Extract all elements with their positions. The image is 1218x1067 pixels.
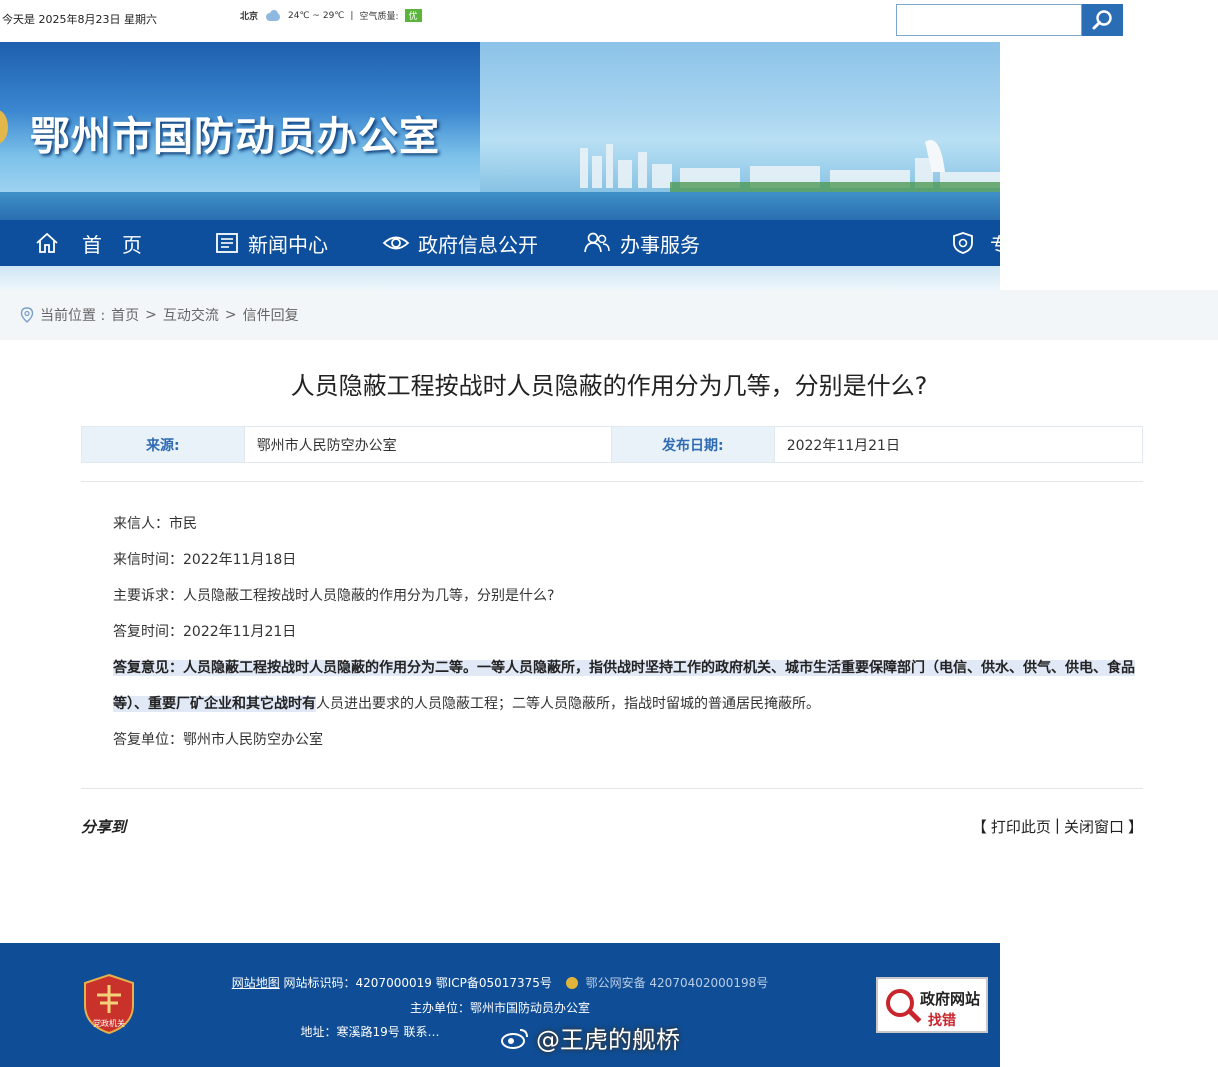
breadcrumb-home[interactable]: 首页 [111, 305, 139, 325]
bracket-open: 【 [971, 818, 987, 836]
air-quality-badge: 优 [404, 9, 422, 22]
footer-line-1: 网站地图 网站标识码：4207000019 鄂ICP备05017375号 鄂公网… [0, 974, 1000, 991]
sender-line: 来信人：市民 [113, 516, 197, 532]
action-divider: | [1054, 816, 1060, 834]
nav-label-services: 办事服务 [620, 232, 700, 257]
footer-host: 主办单位：鄂州市国防动员办公室 [409, 1001, 590, 1015]
question-line: 主要诉求：人员隐蔽工程按战时人员隐蔽的作用分为几等，分别是什么? [113, 588, 555, 604]
reply-unit-line: 答复单位：鄂州市人民防空办公室 [113, 732, 323, 748]
breadcrumb-prefix: 当前位置 : [40, 308, 106, 324]
eye-icon [382, 236, 410, 250]
error-report-title: 政府网站 [920, 990, 981, 1008]
breadcrumb-separator: > [145, 307, 157, 323]
city-skyline-image [580, 140, 1000, 192]
weibo-icon [501, 1028, 528, 1049]
news-icon [216, 233, 238, 253]
reply-time-line: 答复时间：2022年11月21日 [113, 624, 297, 640]
top-bar: 今天是 2025年8月23日 星期六 北京 24℃ ~ 29℃ | 空气质量: … [0, 0, 1218, 42]
sent-time-line: 来信时间：2022年11月18日 [113, 552, 297, 568]
publish-date-label: 发布日期: [612, 427, 774, 462]
close-window-link[interactable]: 关闭窗口 [1064, 816, 1124, 837]
weather-widget: 北京 24℃ ~ 29℃ | 空气质量: 优 [240, 9, 422, 22]
publish-date-value: 2022年11月21日 [773, 427, 1142, 462]
article-title: 人员隐蔽工程按战时人员隐蔽的作用分为几等，分别是什么? [290, 372, 928, 400]
nav-item-gov-info[interactable]: 政府信息公开 [382, 220, 538, 266]
site-code: 网站标识码：4207000019 鄂ICP备05017375号 [283, 976, 552, 990]
nav-label-home: 首 页 [82, 232, 142, 257]
home-icon [36, 232, 58, 253]
breadcrumb: 当前位置 : 首页 > 互动交流 > 信件回复 [0, 290, 1218, 340]
site-title: 鄂州市国防动员办公室 [30, 113, 440, 160]
nav-shadow [0, 266, 1000, 290]
gov-site-error-report-button[interactable]: 政府网站 找错 [876, 977, 988, 1033]
watermark-text: @王虎的舰桥 [536, 1026, 680, 1054]
search-button[interactable] [1082, 4, 1123, 36]
site-banner: 鄂州市国防动员办公室 [0, 42, 1000, 220]
error-report-action: 找错 [928, 1013, 956, 1029]
share-label[interactable]: 分享到 [81, 816, 126, 837]
nav-item-news[interactable]: 新闻中心 [214, 220, 328, 266]
nav-label-gov-info: 政府信息公开 [418, 232, 538, 257]
print-page-link[interactable]: 打印此页 [991, 816, 1051, 837]
nav-item-services[interactable]: 办事服务 [582, 220, 700, 266]
banner-water [0, 192, 1000, 220]
air-quality-label: 空气质量: [359, 12, 399, 22]
search-icon [1092, 10, 1112, 30]
shield-icon [953, 232, 973, 254]
emblem-icon [0, 110, 8, 144]
divider [81, 481, 1143, 482]
article-meta: 来源: 鄂州市人民防空办公室 发布日期: 2022年11月21日 [81, 426, 1143, 463]
location-pin-icon [20, 307, 34, 323]
page-actions: 【 打印此页 | 关闭窗口 】 [972, 816, 1143, 837]
users-icon [584, 232, 610, 253]
magnifier-handle [906, 1008, 922, 1023]
nav-item-home[interactable]: 首 页 [34, 220, 142, 266]
reply-paragraph: 答复意见：人员隐蔽工程按战时人员隐蔽的作用分为二等。一等人员隐蔽所，指供战时坚持… [81, 650, 1143, 722]
source-label: 来源: [82, 427, 244, 462]
bracket-close: 】 [1127, 818, 1143, 836]
breadcrumb-interaction[interactable]: 互动交流 [163, 305, 219, 325]
sitemap-link[interactable]: 网站地图 [232, 976, 280, 990]
divider [81, 788, 1143, 789]
current-date: 今天是 2025年8月23日 星期六 [2, 13, 157, 26]
weather-city: 北京 [240, 12, 259, 22]
weibo-watermark: @王虎的舰桥 [500, 1020, 680, 1055]
search-input[interactable] [896, 4, 1082, 36]
source-value: 鄂州市人民防空办公室 [243, 427, 612, 462]
breadcrumb-letters[interactable]: 信件回复 [243, 305, 299, 325]
police-badge-icon [565, 977, 578, 989]
cloud-icon [264, 9, 282, 22]
police-record: 鄂公网安备 42070402000198号 [585, 976, 769, 990]
breadcrumb-separator: > [224, 307, 237, 323]
footer-address: 地址：寒溪路19号 联系… [300, 1025, 440, 1039]
article-body: 来信人：市民 来信时间：2022年11月18日 主要诉求：人员隐蔽工程按战时人员… [81, 506, 1143, 758]
reply-rest: 人员进出要求的人员隐蔽工程；二等人员隐蔽所，指战时留城的普通居民掩蔽所。 [316, 696, 820, 712]
nav-label-special: 专 [990, 232, 1010, 257]
weather-temp: 24℃ ~ 29℃ [288, 10, 345, 21]
main-nav: 首 页 新闻中心 政府信息公开 办事服务 专 [0, 220, 1010, 266]
nav-item-special[interactable]: 专 [950, 220, 1010, 266]
nav-label-news: 新闻中心 [248, 232, 328, 257]
weather-separator: | [350, 10, 354, 21]
